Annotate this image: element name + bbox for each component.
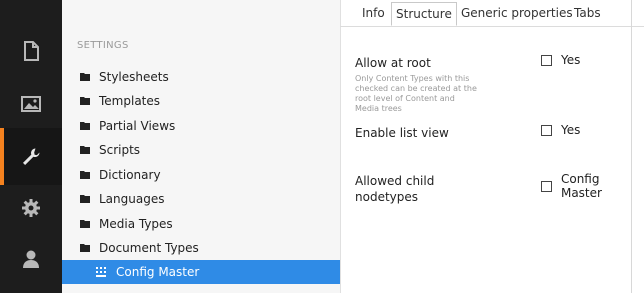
wrench-icon xyxy=(23,148,40,165)
tree-item-label: Partial Views xyxy=(99,119,176,133)
tree-item-label: Stylesheets xyxy=(99,70,169,84)
rail-item-settings[interactable] xyxy=(0,128,62,185)
tree-item-scripts[interactable]: Scripts xyxy=(62,138,340,162)
settings-tree: SETTINGS Stylesheets Templates Partial V… xyxy=(62,0,341,293)
enable-list-view-label: Enable list view xyxy=(355,126,449,140)
checkbox-box[interactable] xyxy=(541,180,552,192)
tree-item-document-types[interactable]: Document Types xyxy=(62,236,340,260)
checkbox-label: Yes xyxy=(561,123,581,137)
user-icon xyxy=(23,250,39,268)
config-master-checkbox[interactable]: Config Master xyxy=(541,172,644,200)
checkbox-box[interactable] xyxy=(541,124,552,136)
folder-icon xyxy=(80,146,90,154)
allow-at-root-description: Only Content Types with this checked can… xyxy=(355,74,477,113)
document-icon xyxy=(24,40,39,61)
tree-item-partial-views[interactable]: Partial Views xyxy=(62,114,340,138)
tree-item-label: Templates xyxy=(99,94,161,108)
rail-item-users[interactable] xyxy=(0,230,62,287)
tree-item-label: Scripts xyxy=(99,143,141,157)
rail-item-developer[interactable] xyxy=(0,179,62,236)
tree-item-label: Config Master xyxy=(116,265,200,279)
rail-item-content[interactable] xyxy=(0,22,62,79)
tab-generic-properties[interactable]: Generic properties xyxy=(457,2,577,24)
checkbox-label: Config Master xyxy=(560,172,602,200)
tree-item-label: Dictionary xyxy=(99,168,161,182)
checkbox-label: Yes xyxy=(561,53,581,67)
folder-icon xyxy=(80,195,90,203)
folder-icon xyxy=(80,171,90,179)
tab-tabs[interactable]: Tabs xyxy=(570,2,605,24)
tab-info[interactable]: Info xyxy=(358,2,389,24)
folder-icon xyxy=(80,73,90,81)
tree-item-config-master[interactable]: Config Master xyxy=(62,260,340,284)
tree-item-label: Document Types xyxy=(99,241,199,255)
folder-icon xyxy=(80,220,90,228)
allow-at-root-checkbox[interactable]: Yes xyxy=(541,53,580,67)
folder-icon xyxy=(80,244,90,252)
checkbox-box[interactable] xyxy=(541,54,552,66)
gear-icon xyxy=(22,198,40,217)
document-type-icon xyxy=(96,267,106,277)
tree-item-media-types[interactable]: Media Types xyxy=(62,212,340,236)
tab-structure[interactable]: Structure xyxy=(391,2,457,26)
tree-item-label: Media Types xyxy=(99,217,173,231)
image-icon xyxy=(21,95,41,112)
allow-at-root-label: Allow at root xyxy=(355,56,431,70)
section-rail xyxy=(0,0,62,293)
scroll-divider xyxy=(631,0,632,293)
folder-icon xyxy=(80,122,90,130)
folder-icon xyxy=(80,97,90,105)
editor-tabs: Info Structure Generic properties Tabs xyxy=(340,0,644,27)
tree-item-label: Languages xyxy=(99,192,165,206)
tree-header: SETTINGS xyxy=(77,40,129,51)
enable-list-view-checkbox[interactable]: Yes xyxy=(541,123,580,137)
tree-item-dictionary[interactable]: Dictionary xyxy=(62,163,340,187)
tree-item-languages[interactable]: Languages xyxy=(62,187,340,211)
tree-item-templates[interactable]: Templates xyxy=(62,89,340,113)
rail-item-media[interactable] xyxy=(0,75,62,132)
tree-item-stylesheets[interactable]: Stylesheets xyxy=(62,65,340,89)
allowed-child-nodetypes-label: Allowed child nodetypes xyxy=(355,174,435,204)
